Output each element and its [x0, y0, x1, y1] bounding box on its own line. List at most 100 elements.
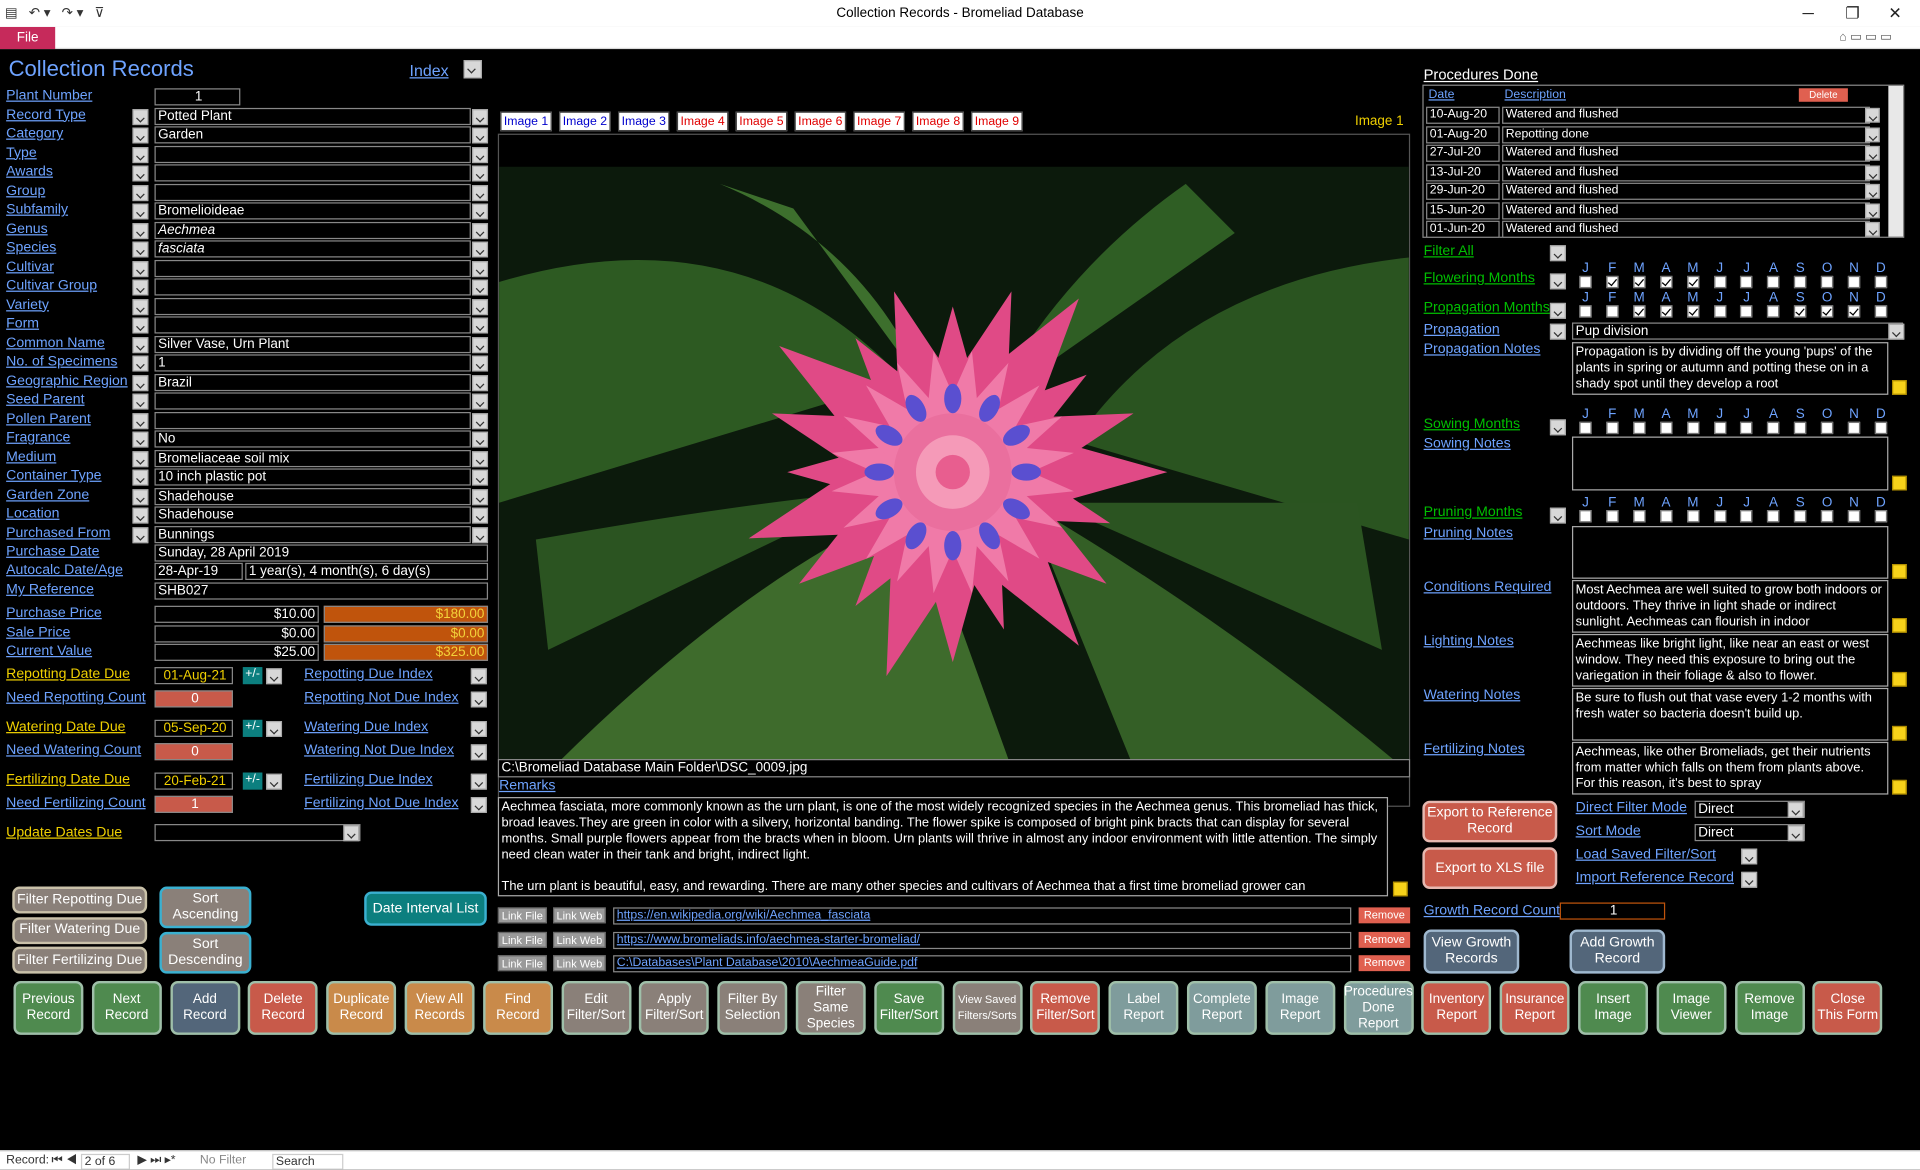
field-value[interactable]: Garden — [154, 126, 471, 144]
due-date-label[interactable]: Watering Date Due — [6, 720, 125, 735]
load-saved-dropdown[interactable] — [1741, 848, 1758, 865]
sort-mode-dropdown[interactable] — [1787, 825, 1804, 842]
month-checkbox[interactable] — [1579, 510, 1592, 523]
month-checkbox[interactable] — [1659, 275, 1673, 289]
value-dropdown[interactable] — [472, 184, 489, 201]
month-checkbox[interactable] — [1579, 421, 1592, 435]
link-url[interactable]: https://www.bromeliads.info/aechmea-star… — [613, 931, 1352, 949]
month-checkbox[interactable] — [1821, 275, 1834, 289]
field-label[interactable]: Location — [6, 506, 59, 521]
date-dropdown[interactable] — [266, 721, 283, 737]
plant-number-field[interactable]: 1 — [154, 88, 241, 106]
toolbar-button[interactable]: Close This Form — [1812, 980, 1883, 1035]
months-filter-dropdown[interactable] — [1549, 419, 1566, 436]
filter-dropdown[interactable] — [132, 317, 149, 334]
month-checkbox[interactable] — [1713, 510, 1726, 523]
date-interval-button[interactable]: Date Interval List — [364, 891, 487, 926]
import-reference-dropdown[interactable] — [1741, 871, 1758, 888]
field-label[interactable]: Subfamily — [6, 202, 68, 217]
field-value[interactable] — [154, 278, 471, 296]
no-filter-indicator[interactable]: No Filter — [200, 1154, 246, 1167]
procedure-date[interactable]: 27-Jul-20 — [1426, 144, 1500, 162]
price-label[interactable]: Purchase Price — [6, 606, 102, 621]
month-checkbox[interactable] — [1794, 421, 1807, 435]
months-filter-dropdown[interactable] — [1549, 302, 1566, 319]
filter-dropdown[interactable] — [132, 412, 149, 429]
value-dropdown[interactable] — [472, 469, 489, 486]
record-position[interactable]: 2 of 6 — [80, 1153, 130, 1170]
filter-dropdown[interactable] — [132, 184, 149, 201]
filter-dropdown[interactable] — [132, 241, 149, 258]
my-reference-label[interactable]: My Reference — [6, 582, 94, 597]
month-checkbox[interactable] — [1874, 305, 1887, 318]
growth-count-label[interactable]: Growth Record Count — [1424, 904, 1560, 919]
date-dropdown[interactable] — [266, 773, 283, 790]
value-dropdown[interactable] — [472, 507, 489, 524]
toolbar-button[interactable]: Filter Same Species — [795, 980, 866, 1035]
toolbar-button[interactable]: Image Report — [1265, 980, 1336, 1035]
toolbar-button[interactable]: Edit Filter/Sort — [561, 980, 631, 1035]
value-dropdown[interactable] — [472, 108, 489, 125]
pruning-notes-label[interactable]: Pruning Notes — [1424, 526, 1513, 541]
month-checkbox[interactable] — [1633, 421, 1646, 435]
due-index-link[interactable]: Fertilizing Due Index — [304, 773, 433, 788]
index-dropdown[interactable] — [463, 60, 482, 79]
field-label[interactable]: Group — [6, 183, 45, 198]
field-value[interactable]: Bromelioideae — [154, 202, 471, 220]
field-value[interactable]: Bunnings — [154, 525, 471, 543]
not-due-index-link[interactable]: Repotting Not Due Index — [304, 690, 458, 705]
field-label[interactable]: Garden Zone — [6, 487, 89, 502]
link-file-button[interactable]: Link File — [497, 931, 547, 948]
price-field[interactable]: $0.00 — [154, 624, 319, 642]
restore-icon[interactable]: ❐ — [1845, 4, 1859, 24]
value-dropdown[interactable] — [472, 146, 489, 163]
month-checkbox[interactable] — [1740, 275, 1753, 289]
month-checkbox[interactable] — [1874, 275, 1887, 289]
month-checkbox[interactable] — [1821, 305, 1834, 318]
value-dropdown[interactable] — [472, 317, 489, 334]
not-due-index-dropdown[interactable] — [470, 691, 487, 708]
field-value[interactable] — [154, 316, 471, 334]
filter-due-button[interactable]: Filter Fertilizing Due — [12, 946, 148, 974]
months-filter-dropdown[interactable] — [1549, 273, 1566, 290]
image-tab[interactable]: Image 9 — [971, 111, 1023, 132]
image-path-field[interactable]: C:\Bromeliad Database Main Folder\DSC_00… — [497, 759, 1411, 778]
month-checkbox[interactable] — [1606, 275, 1619, 289]
filter-dropdown[interactable] — [132, 526, 149, 543]
toolbar-button[interactable]: Find Record — [482, 980, 553, 1035]
toolbar-button[interactable]: Add Record — [169, 980, 240, 1035]
month-checkbox[interactable] — [1794, 305, 1807, 318]
image-tab[interactable]: Image 5 — [735, 111, 788, 132]
month-checkbox[interactable] — [1794, 510, 1807, 523]
remove-link-button[interactable]: Remove — [1358, 955, 1411, 972]
date-header[interactable]: Date — [1429, 88, 1455, 101]
propagation-notes-label[interactable]: Propagation Notes — [1424, 342, 1541, 357]
filter-dropdown[interactable] — [132, 355, 149, 372]
field-label[interactable]: Variety — [6, 297, 49, 312]
due-index-link[interactable]: Watering Due Index — [304, 720, 428, 735]
procedure-dropdown[interactable] — [1865, 164, 1880, 180]
filter-dropdown[interactable] — [132, 127, 149, 144]
month-checkbox[interactable] — [1740, 305, 1753, 318]
filter-dropdown[interactable] — [132, 222, 149, 239]
filter-dropdown[interactable] — [132, 298, 149, 315]
field-label[interactable]: Pollen Parent — [6, 411, 91, 426]
months-filter-dropdown[interactable] — [1549, 507, 1566, 524]
watering-notes-text[interactable]: Be sure to flush out that vase every 1-2… — [1571, 687, 1889, 741]
months-label[interactable]: Pruning Months — [1424, 505, 1523, 520]
field-label[interactable]: Record Type — [6, 107, 86, 122]
update-dates-combo[interactable] — [154, 824, 361, 842]
field-label[interactable]: Form — [6, 316, 39, 331]
direct-filter-label[interactable]: Direct Filter Mode — [1576, 801, 1687, 816]
toolbar-button[interactable]: Remove Image — [1734, 980, 1805, 1035]
month-checkbox[interactable] — [1740, 421, 1753, 435]
propagation-notes-zoom-button[interactable] — [1892, 380, 1907, 395]
field-value[interactable] — [154, 297, 471, 315]
month-checkbox[interactable] — [1767, 305, 1780, 318]
purchase-date-label[interactable]: Purchase Date — [6, 544, 99, 559]
month-checkbox[interactable] — [1821, 421, 1834, 435]
filter-dropdown[interactable] — [132, 431, 149, 448]
procedure-date[interactable]: 29-Jun-20 — [1426, 182, 1500, 200]
procedure-description[interactable]: Watered and flushed — [1502, 106, 1870, 124]
conditions-label[interactable]: Conditions Required — [1424, 580, 1552, 595]
